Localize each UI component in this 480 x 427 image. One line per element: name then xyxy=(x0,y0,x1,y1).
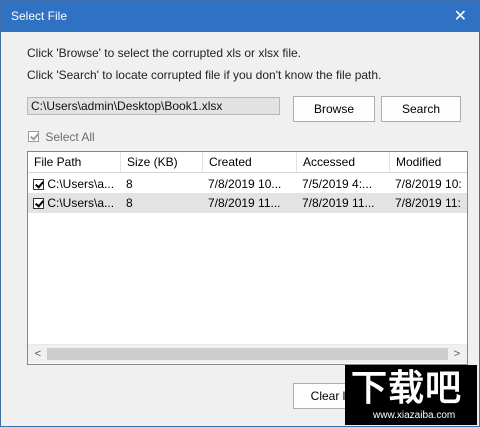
size-cell: 8 xyxy=(126,177,133,191)
column-header-size[interactable]: Size (KB) xyxy=(121,152,203,172)
column-header-accessed[interactable]: Accessed xyxy=(297,152,390,172)
select-all-label: Select All xyxy=(45,129,95,144)
row-checkbox[interactable] xyxy=(33,198,44,210)
accessed-cell: 7/8/2019 11... xyxy=(302,196,375,210)
scroll-right-icon[interactable]: > xyxy=(449,346,465,362)
dialog-title: Select File xyxy=(11,9,68,23)
search-instruction: Click 'Search' to locate corrupted file … xyxy=(27,68,382,82)
list-header: File Path Size (KB) Created Accessed Mod… xyxy=(28,152,467,173)
file-path-cell: C:\Users\a... xyxy=(28,174,121,194)
row-checkbox[interactable] xyxy=(33,179,44,191)
file-path-field[interactable]: C:\Users\admin\Desktop\Book1.xlsx xyxy=(27,97,280,115)
size-cell: 8 xyxy=(126,196,133,210)
site-watermark: 下载吧 www.xiazaiba.com xyxy=(345,365,477,425)
search-button[interactable]: Search xyxy=(381,96,461,122)
browse-instruction: Click 'Browse' to select the corrupted x… xyxy=(27,46,302,60)
select-file-dialog: Select File ✕ Click 'Browse' to select t… xyxy=(0,0,480,427)
created-cell: 7/8/2019 10... xyxy=(208,177,282,191)
close-icon[interactable]: ✕ xyxy=(454,6,467,25)
file-path-text: C:\Users\a... xyxy=(47,196,115,210)
file-path-text: C:\Users\a... xyxy=(47,177,115,191)
title-bar[interactable]: Select File ✕ xyxy=(1,1,479,32)
table-row[interactable]: C:\Users\a... 8 7/8/2019 11... 7/8/2019 … xyxy=(28,193,467,213)
scroll-left-icon[interactable]: < xyxy=(30,346,46,362)
browse-button[interactable]: Browse xyxy=(293,96,375,122)
horizontal-scrollbar[interactable]: < > xyxy=(28,344,467,363)
select-all-checkbox[interactable]: Select All xyxy=(28,129,95,144)
table-row[interactable]: C:\Users\a... 8 7/8/2019 10... 7/5/2019 … xyxy=(28,174,467,194)
created-cell: 7/8/2019 11... xyxy=(208,196,281,210)
scroll-thumb[interactable] xyxy=(47,348,448,360)
column-header-created[interactable]: Created xyxy=(203,152,297,172)
watermark-logo-text: 下载吧 xyxy=(351,367,463,408)
column-header-modified[interactable]: Modified xyxy=(390,152,467,172)
accessed-cell: 7/5/2019 4:... xyxy=(302,177,373,191)
modified-cell: 7/8/2019 11: xyxy=(395,196,461,210)
modified-cell: 7/8/2019 10: xyxy=(395,177,462,191)
column-header-file-path[interactable]: File Path xyxy=(28,152,121,172)
watermark-url: www.xiazaiba.com xyxy=(373,410,456,421)
file-path-cell: C:\Users\a... xyxy=(28,193,121,213)
select-all-check-icon[interactable] xyxy=(28,131,39,143)
file-list[interactable]: File Path Size (KB) Created Accessed Mod… xyxy=(27,151,468,365)
